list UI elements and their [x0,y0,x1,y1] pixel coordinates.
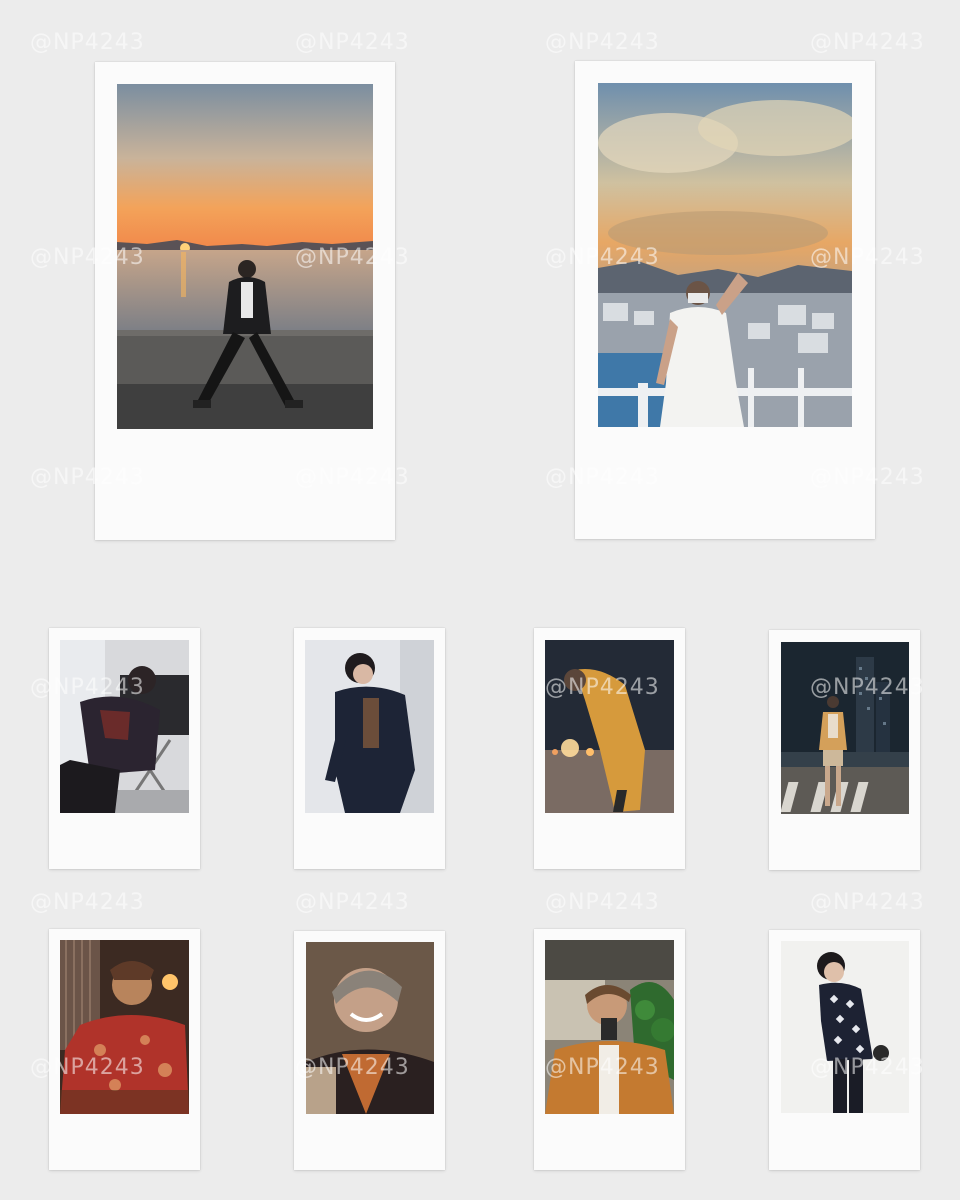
polaroid-frame-night-city-crosswalk [769,630,920,870]
photo-night-street-orange [545,640,674,813]
watermark-text: @NP4243 [545,890,660,915]
watermark-text: @NP4243 [295,30,410,55]
polaroid-frame-patterned-sweater [769,930,920,1170]
photo-warm-room-red-shirt [60,940,189,1114]
photo-night-city-crosswalk [781,642,909,814]
photo-sunset-rooftop [598,83,852,427]
polaroid-frame-studio-chair [49,628,200,869]
polaroid-frame-studio-dark-suit [294,628,445,869]
watermark-text: @NP4243 [295,890,410,915]
polaroid-frame-sunset-seawall [95,62,395,540]
photo-patterned-sweater [781,941,909,1113]
watermark-text: @NP4243 [30,890,145,915]
photo-studio-dark-suit [305,640,434,813]
polaroid-frame-night-street-orange [534,628,685,869]
photo-studio-chair [60,640,189,813]
photo-smiling-portrait [306,942,434,1114]
polaroid-frame-sunset-rooftop [575,61,875,539]
photo-sunset-seawall [117,84,373,429]
watermark-text: @NP4243 [810,30,925,55]
polaroid-frame-cafe-cup [534,929,685,1170]
watermark-text: @NP4243 [810,890,925,915]
photo-cafe-cup [545,940,674,1114]
watermark-text: @NP4243 [545,30,660,55]
polaroid-frame-warm-room-red-shirt [49,929,200,1170]
watermark-text: @NP4243 [30,30,145,55]
polaroid-frame-smiling-portrait [294,931,445,1170]
